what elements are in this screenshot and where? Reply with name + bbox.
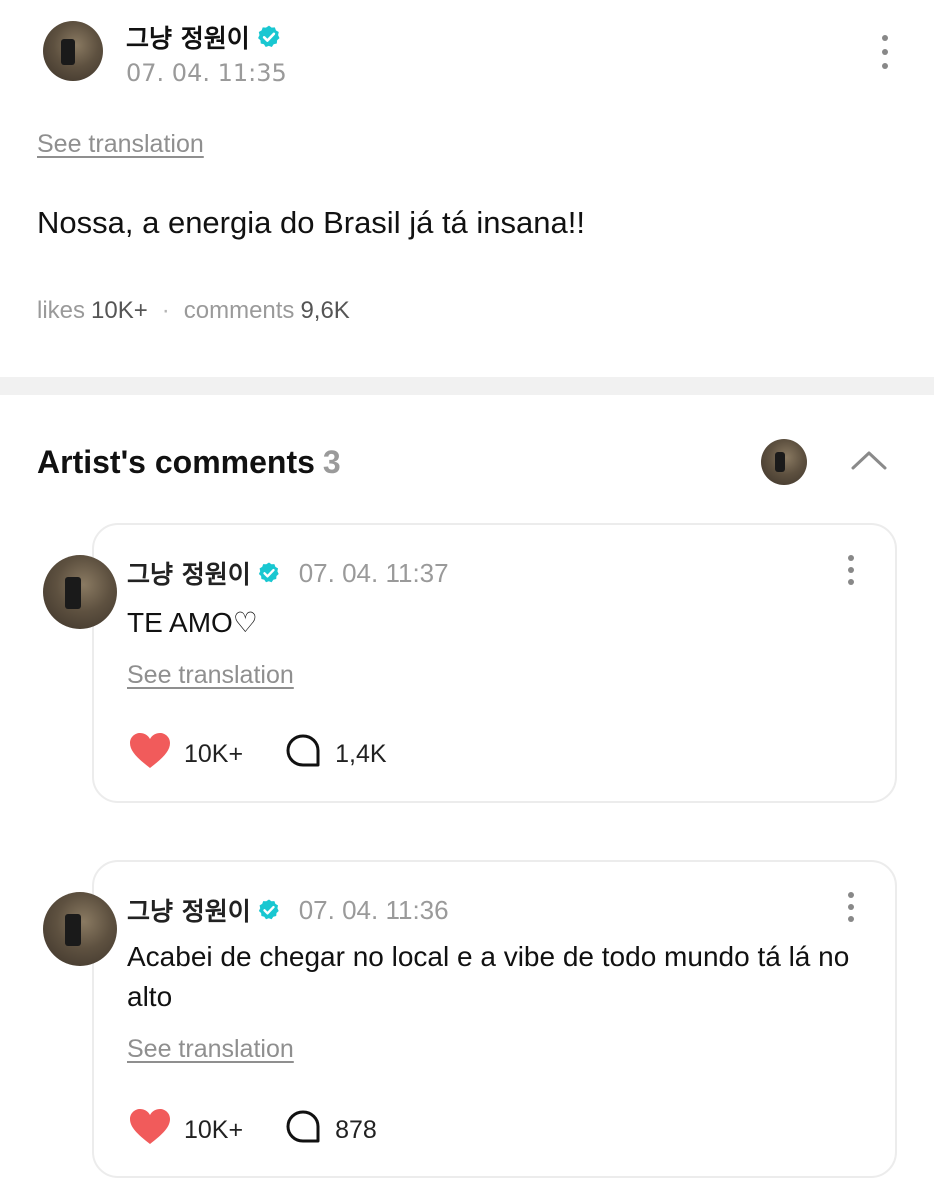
comments-value: 9,6K (300, 297, 350, 324)
verified-badge-icon (256, 24, 282, 50)
post-stats: likes 10K+ · comments 9,6K (37, 297, 350, 325)
post-author-avatar[interactable] (43, 21, 103, 81)
speech-bubble-icon (285, 733, 321, 776)
heart-icon (129, 1108, 171, 1153)
separator-dot: · (161, 297, 170, 324)
comment-text: Acabei de chegar no local e a vibe de to… (127, 941, 850, 1012)
verified-badge-icon (257, 898, 281, 922)
comment-author-avatar[interactable] (43, 555, 117, 629)
post-see-translation-link[interactable]: See translation (37, 130, 204, 159)
comment-author-avatar[interactable] (43, 892, 117, 966)
heart-icon (129, 732, 171, 777)
reply-count: 878 (335, 1116, 377, 1144)
artist-avatar[interactable] (761, 439, 807, 485)
post-author-name-text: 그냥 정원이 (126, 24, 250, 53)
like-button[interactable]: 10K+ (129, 732, 243, 777)
like-count: 10K+ (184, 1116, 244, 1144)
like-button[interactable]: 10K+ (129, 1108, 243, 1153)
reply-button[interactable]: 1,4K (285, 733, 387, 776)
chevron-up-icon[interactable] (849, 447, 889, 473)
likes-value: 10K+ (91, 297, 148, 324)
more-vertical-icon[interactable] (847, 555, 855, 585)
comment-author-name[interactable]: 그냥 정원이 (127, 555, 251, 591)
like-count: 10K+ (184, 740, 244, 768)
post-date: 07. 04. 11:35 (126, 59, 287, 87)
artist-comments-title-text: Artist's comments (37, 444, 315, 480)
reply-count: 1,4K (335, 740, 387, 768)
comment-header: 그냥 정원이 07. 04. 11:37 (127, 555, 449, 591)
comment-actions: 10K+ 1,4K (129, 732, 387, 777)
comments-label: comments (183, 297, 295, 324)
speech-bubble-icon (285, 1109, 321, 1152)
reply-button[interactable]: 878 (285, 1109, 377, 1152)
artist-comments-title: Artist's comments 3 (37, 444, 341, 481)
more-vertical-icon[interactable] (880, 35, 890, 69)
section-divider (0, 377, 934, 395)
comment-see-translation-link[interactable]: See translation (127, 1035, 294, 1064)
likes-label: likes (37, 297, 86, 324)
comment-actions: 10K+ 878 (129, 1108, 377, 1153)
comment-author-name[interactable]: 그냥 정원이 (127, 892, 251, 928)
artist-comments-count: 3 (322, 444, 341, 480)
post-author-name[interactable]: 그냥 정원이 (126, 19, 282, 55)
comment-header: 그냥 정원이 07. 04. 11:36 (127, 892, 449, 928)
comment-date: 07. 04. 11:37 (298, 557, 449, 588)
post-body-text: Nossa, a energia do Brasil já tá insana!… (37, 205, 585, 240)
verified-badge-icon (257, 561, 281, 585)
comment-see-translation-link[interactable]: See translation (127, 661, 294, 690)
more-vertical-icon[interactable] (847, 892, 855, 922)
comment-text: TE AMO♡ (127, 607, 258, 638)
comment-date: 07. 04. 11:36 (298, 894, 449, 925)
